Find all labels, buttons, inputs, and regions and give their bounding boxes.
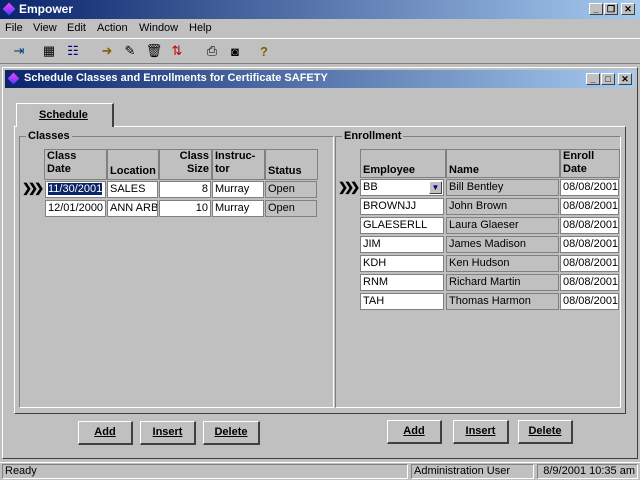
menu-bar: File View Edit Action Window Help: [0, 19, 640, 37]
enroll-date-cell[interactable]: 08/08/2001: [560, 198, 619, 215]
menu-file[interactable]: File: [5, 20, 23, 36]
eraser-icon[interactable]: ✎: [119, 40, 141, 62]
class-date-cell[interactable]: 12/01/2000: [45, 200, 106, 217]
class-instructor-cell[interactable]: Murray: [212, 181, 264, 198]
employee-cell[interactable]: TAH: [360, 293, 444, 310]
employee-name-cell[interactable]: Ken Hudson: [446, 255, 559, 272]
run-icon[interactable]: ➜: [96, 40, 118, 62]
print-icon[interactable]: ⎙: [201, 40, 223, 62]
class-size-cell[interactable]: 10: [159, 200, 211, 217]
app-titlebar: Empower _ ❐ ✕: [0, 0, 640, 19]
child-icon: [7, 72, 20, 85]
employee-name-cell[interactable]: Richard Martin: [446, 274, 559, 291]
enrollment-group-label: Enrollment: [342, 130, 404, 142]
enrollment-delete-button[interactable]: Delete: [518, 420, 573, 444]
class-date-cell[interactable]: 11/30/2001: [45, 181, 106, 198]
tab-schedule[interactable]: Schedule: [16, 103, 114, 127]
child-minimize-button[interactable]: _: [586, 73, 600, 85]
employee-cell[interactable]: BB ▼: [360, 179, 444, 196]
enroll-date-cell[interactable]: 08/08/2001: [560, 236, 619, 253]
col-header-employee: Employee: [360, 149, 446, 178]
class-location-cell[interactable]: ANN ARBO: [107, 200, 158, 217]
employee-cell[interactable]: RNM: [360, 274, 444, 291]
status-text: Ready: [2, 464, 408, 479]
restore-button[interactable]: ❐: [604, 3, 618, 15]
app-title: Empower: [19, 2, 74, 16]
enroll-date-cell[interactable]: 08/08/2001: [560, 255, 619, 272]
col-header-location: Location: [107, 149, 159, 180]
col-header-name: Name: [446, 149, 560, 178]
class-status-cell[interactable]: Open: [265, 200, 317, 217]
tree-icon[interactable]: ☷: [62, 40, 84, 62]
classes-insert-button[interactable]: Insert: [140, 421, 196, 445]
employee-name-cell[interactable]: Bill Bentley: [446, 179, 559, 196]
col-header-instructor: Instruc- tor: [212, 149, 265, 180]
close-button[interactable]: ✕: [621, 3, 635, 15]
col-header-enroll-date: Enroll Date: [560, 149, 620, 178]
tab-schedule-label: Schedule: [39, 109, 88, 121]
class-location-cell[interactable]: SALES: [107, 181, 158, 198]
employee-name-cell[interactable]: Laura Glaeser: [446, 217, 559, 234]
enrollment-insert-button[interactable]: Insert: [453, 420, 509, 444]
help-icon[interactable]: ?: [253, 40, 275, 62]
menu-view[interactable]: View: [33, 20, 57, 36]
enrollment-add-button[interactable]: Add: [387, 420, 442, 444]
class-instructor-cell[interactable]: Murray: [212, 200, 264, 217]
class-status-cell[interactable]: Open: [265, 181, 317, 198]
sort-icon[interactable]: ⇅: [166, 40, 188, 62]
class-date-value: 11/30/2001: [48, 183, 103, 195]
enroll-date-cell[interactable]: 08/08/2001: [560, 179, 619, 196]
grid-icon[interactable]: ▦: [38, 40, 60, 62]
classes-add-button[interactable]: Add: [78, 421, 133, 445]
menu-action[interactable]: Action: [97, 20, 128, 36]
current-row-indicator-icon: ❯❯❯: [22, 181, 44, 195]
app-icon: [2, 2, 16, 16]
employee-cell[interactable]: KDH: [360, 255, 444, 272]
menu-help[interactable]: Help: [189, 20, 212, 36]
status-datetime: 8/9/2001 10:35 am: [537, 464, 638, 479]
minimize-button[interactable]: _: [589, 3, 603, 15]
child-titlebar: Schedule Classes and Enrollments for Cer…: [5, 70, 635, 88]
col-header-class-size: Class Size: [159, 149, 212, 180]
status-user: Administration User: [411, 464, 534, 479]
class-size-cell[interactable]: 8: [159, 181, 211, 198]
current-row-indicator-icon: ❯❯❯: [338, 180, 360, 194]
child-maximize-button[interactable]: □: [601, 73, 615, 85]
employee-name-cell[interactable]: James Madison: [446, 236, 559, 253]
employee-value: BB: [363, 181, 378, 193]
enroll-date-cell[interactable]: 08/08/2001: [560, 293, 619, 310]
employee-cell[interactable]: JIM: [360, 236, 444, 253]
exit-icon[interactable]: ⇥: [8, 40, 30, 62]
employee-name-cell[interactable]: Thomas Harmon: [446, 293, 559, 310]
employee-cell[interactable]: BROWNJJ: [360, 198, 444, 215]
menu-edit[interactable]: Edit: [67, 20, 86, 36]
classes-group-label: Classes: [26, 130, 72, 142]
col-header-class-date: Class Date: [44, 149, 107, 180]
classes-delete-button[interactable]: Delete: [203, 421, 260, 445]
enroll-date-cell[interactable]: 08/08/2001: [560, 217, 619, 234]
enroll-date-cell[interactable]: 08/08/2001: [560, 274, 619, 291]
employee-name-cell[interactable]: John Brown: [446, 198, 559, 215]
dropdown-arrow-icon[interactable]: ▼: [429, 181, 442, 194]
trash-icon[interactable]: 🗑: [143, 40, 165, 62]
col-header-status: Status: [265, 149, 318, 180]
camera-icon[interactable]: ◙: [224, 40, 246, 62]
child-close-button[interactable]: ✕: [618, 73, 632, 85]
employee-cell[interactable]: GLAESERLL: [360, 217, 444, 234]
child-title: Schedule Classes and Enrollments for Cer…: [24, 72, 328, 84]
menu-window[interactable]: Window: [139, 20, 178, 36]
